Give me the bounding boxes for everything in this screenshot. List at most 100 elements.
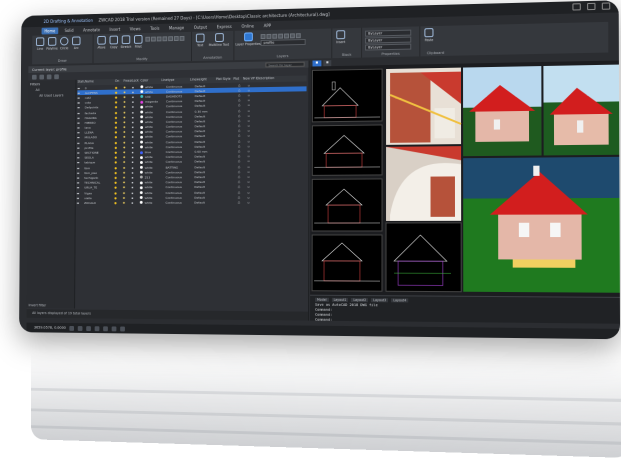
layer-freeze-icon[interactable]: ✱	[123, 145, 132, 149]
layer-on-icon[interactable]: ●	[115, 125, 124, 129]
layer-status-icon[interactable]: ▬	[77, 176, 85, 180]
minimize-icon[interactable]	[572, 3, 581, 11]
layer-status-icon[interactable]: ▬	[77, 136, 85, 140]
layer-freeze-icon[interactable]: ✱	[123, 186, 132, 190]
copy-button[interactable]: Copy	[109, 35, 119, 50]
color-swatch[interactable]	[140, 150, 143, 154]
layer-plot-icon[interactable]: ⎙	[238, 144, 248, 148]
layer-on-icon[interactable]: ●	[115, 85, 124, 89]
layer-plot-icon[interactable]: ⎙	[238, 98, 248, 102]
layer-on-icon[interactable]: ●	[115, 110, 124, 114]
grid-toggle-icon[interactable]	[78, 325, 83, 331]
layer-vp-freeze-icon[interactable]: ▫	[248, 113, 262, 118]
layer-plot-icon[interactable]: ⎙	[238, 185, 248, 189]
tab-layout4[interactable]: Layout4	[391, 298, 409, 303]
layer-status-icon[interactable]: ▬	[77, 146, 85, 150]
layer-status-icon[interactable]: ▬	[77, 116, 84, 120]
layer-status-icon[interactable]: ▬	[77, 121, 85, 125]
color-swatch[interactable]	[140, 125, 144, 129]
workspace-switcher[interactable]: 2D Drafting & Annotation	[43, 17, 92, 23]
col-lock[interactable]: Lock	[132, 79, 141, 85]
layer-plot-icon[interactable]: ⎙	[238, 190, 248, 194]
layer-tool-icon[interactable]	[272, 33, 278, 39]
lineweight-toggle-icon[interactable]	[120, 326, 126, 331]
layer-freeze-icon[interactable]: ✱	[123, 140, 132, 144]
lineweight-combo[interactable]: ByLayer	[365, 43, 412, 51]
layer-on-icon[interactable]: ●	[115, 95, 124, 99]
layer-tool-icon[interactable]	[284, 33, 289, 39]
tab-app[interactable]: APP	[261, 22, 274, 29]
insert-block-button[interactable]: Insert	[335, 30, 346, 44]
layer-freeze-icon[interactable]: ✱	[123, 135, 132, 139]
layer-properties-button[interactable]: Layer Properties	[235, 32, 261, 46]
layer-lock-icon[interactable]: ▪	[131, 165, 140, 170]
filter-all[interactable]: All	[36, 88, 74, 92]
color-swatch[interactable]	[139, 201, 143, 205]
color-swatch[interactable]	[140, 105, 144, 109]
layer-freeze-icon[interactable]: ✱	[123, 105, 132, 109]
layer-lock-icon[interactable]: ▪	[131, 186, 140, 190]
layer-status-icon[interactable]: ▬	[77, 106, 84, 110]
layer-plot-icon[interactable]: ⎙	[238, 165, 248, 169]
layer-lock-icon[interactable]: ▪	[131, 201, 140, 205]
layer-on-icon[interactable]: ●	[115, 115, 124, 119]
layer-plot-icon[interactable]: ⎙	[238, 170, 248, 174]
layer-on-icon[interactable]: ●	[114, 186, 123, 190]
layer-freeze-icon[interactable]: ✱	[123, 166, 132, 170]
col-linetype[interactable]: Linetype	[161, 78, 190, 84]
layer-plot-icon[interactable]: ⎙	[238, 93, 248, 97]
layer-lock-icon[interactable]: ▪	[132, 145, 141, 149]
layer-status-icon[interactable]: ▬	[77, 151, 85, 155]
invert-filter-checkbox[interactable]: Invert filter	[29, 303, 47, 307]
layer-plot-icon[interactable]: ⎙	[238, 180, 248, 184]
layer-plot-icon[interactable]: ⎙	[238, 200, 248, 204]
layer-status-icon[interactable]: ▬	[77, 156, 85, 160]
layer-freeze-icon[interactable]: ✱	[123, 115, 132, 119]
layer-vp-freeze-icon[interactable]: ▫	[248, 134, 262, 138]
layer-status-icon[interactable]: ▬	[77, 181, 85, 185]
color-swatch[interactable]	[139, 191, 143, 195]
linetype-combo[interactable]: ByLayer	[365, 36, 412, 44]
layer-combo[interactable]: profile	[260, 38, 306, 46]
tab-views[interactable]: Views	[127, 25, 144, 32]
layer-status-icon[interactable]: ▬	[77, 141, 85, 145]
ortho-toggle-icon[interactable]	[86, 325, 92, 331]
layer-plot-icon[interactable]: ⎙	[238, 103, 248, 108]
text-button[interactable]: Text	[195, 33, 206, 47]
arc-button[interactable]: Arc	[71, 36, 81, 50]
modify-tool-icon[interactable]	[168, 36, 173, 42]
tab-solid[interactable]: Solid	[62, 27, 77, 34]
col-description[interactable]: Description	[257, 76, 277, 82]
drawing-viewport[interactable]: ◼ ◼ Model Layout1 Layout2 Layout3 Layout…	[310, 54, 621, 324]
layer-plot-icon[interactable]: ⎙	[238, 109, 248, 113]
tab-home[interactable]: Home	[41, 27, 59, 35]
color-swatch[interactable]	[140, 145, 143, 149]
color-swatch[interactable]	[140, 100, 144, 104]
col-lineweight[interactable]: Lineweight	[190, 77, 216, 83]
layer-vp-freeze-icon[interactable]: ▫	[247, 200, 261, 204]
layer-tool-icon[interactable]	[289, 33, 295, 39]
snap-toggle-icon[interactable]	[69, 325, 75, 331]
layer-plot-icon[interactable]: ⎙	[238, 139, 248, 143]
layer-freeze-icon[interactable]: ✱	[123, 90, 132, 94]
layer-lock-icon[interactable]: ▪	[132, 110, 141, 114]
layer-on-icon[interactable]: ●	[115, 130, 124, 135]
layer-plot-icon[interactable]: ⎙	[238, 83, 248, 87]
color-swatch[interactable]	[139, 170, 143, 174]
color-swatch[interactable]	[139, 196, 143, 200]
layer-plot-icon[interactable]: ⎙	[238, 119, 248, 123]
layer-on-icon[interactable]: ●	[115, 146, 124, 150]
color-swatch[interactable]	[140, 135, 143, 139]
layer-status-icon[interactable]: ▬	[77, 191, 85, 195]
layer-on-icon[interactable]: ●	[114, 166, 123, 170]
layer-on-icon[interactable]: ●	[114, 181, 123, 185]
layer-plot-icon[interactable]: ⎙	[238, 149, 248, 153]
layer-lock-icon[interactable]: ▪	[131, 171, 140, 175]
layer-status-icon[interactable]: ▬	[77, 201, 85, 205]
layer-plot-icon[interactable]: ⎙	[238, 160, 248, 164]
color-swatch[interactable]	[140, 115, 144, 119]
color-swatch[interactable]	[140, 85, 144, 89]
layer-on-icon[interactable]: ●	[115, 135, 124, 140]
layer-status-icon[interactable]: ▬	[77, 126, 85, 130]
layer-freeze-icon[interactable]: ✱	[123, 150, 132, 155]
